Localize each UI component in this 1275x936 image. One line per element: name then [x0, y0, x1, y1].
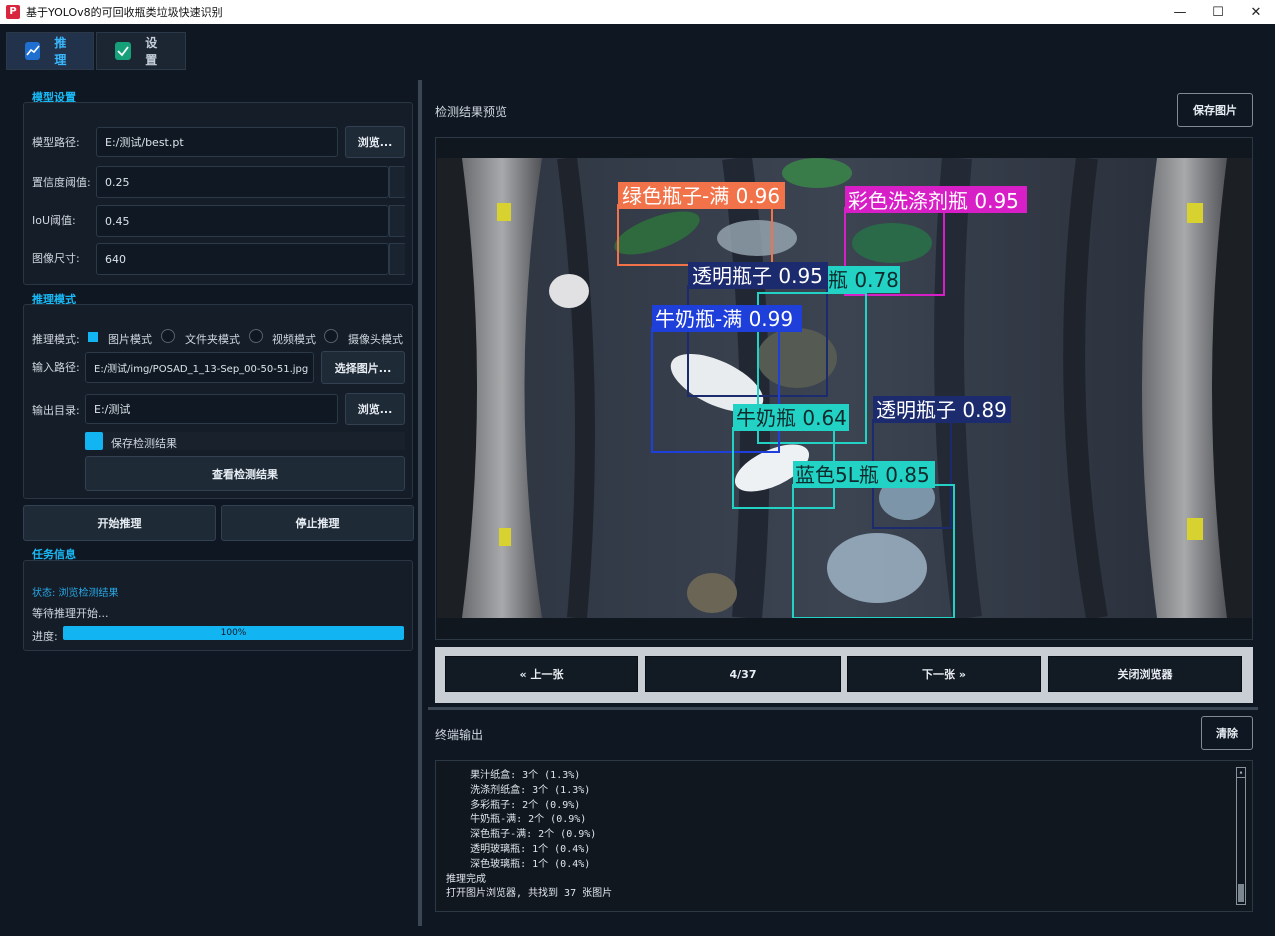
input-path-field[interactable]: E:/测试/img/POSAD_1_13-Sep_00-50-51.jpg	[85, 352, 314, 383]
tab-label: 推理	[54, 36, 67, 67]
detection-label: 透明瓶子 0.95	[692, 264, 823, 288]
save-results-label: 保存检测结果	[111, 437, 177, 450]
horizontal-splitter[interactable]	[428, 707, 1258, 710]
next-image-button[interactable]: 下一张 »	[847, 656, 1041, 692]
output-dir-field[interactable]: E:/测试	[85, 394, 338, 424]
detection-label: 牛奶瓶 0.64	[736, 406, 847, 430]
detection-image: 绿色瓶子-满 0.96 彩色洗涤剂瓶 0.95 透明瓶子 0.95 瓶 0.78…	[437, 158, 1252, 618]
terminal-line: 推理完成	[446, 873, 486, 885]
terminal-line: 深色玻璃瓶: 1个 (0.4%)	[446, 858, 591, 870]
maximize-button[interactable]: ☐	[1199, 0, 1237, 24]
tab-bar: 推理 设置	[0, 32, 186, 70]
detection-label: 牛奶瓶-满 0.99	[655, 307, 793, 331]
title-bar: P 基于YOLOv8的可回收瓶类垃圾快速识别 — ☐ ✕	[0, 0, 1275, 24]
view-results-button[interactable]: 查看检测结果	[85, 456, 405, 491]
image-nav-panel: « 上一张 4/37 下一张 » 关闭浏览器	[435, 647, 1253, 703]
minimize-button[interactable]: —	[1161, 0, 1199, 24]
close-button[interactable]: ✕	[1237, 0, 1275, 24]
detection-label: 绿色瓶子-满 0.96	[622, 184, 780, 208]
folder-mode-label: 文件夹模式	[185, 333, 240, 346]
terminal-output: 果汁纸盒: 3个 (1.3%) 洗涤剂纸盒: 3个 (1.3%) 多彩瓶子: 2…	[435, 760, 1253, 912]
terminal-line: 深色瓶子-满: 2个 (0.9%)	[446, 829, 597, 841]
iou-label: IoU阈值:	[32, 214, 76, 227]
detection-label: 蓝色5L瓶 0.85	[795, 463, 930, 487]
size-label: 图像尺寸:	[32, 252, 80, 265]
chart-icon	[25, 42, 41, 60]
preview-title: 检测结果预览	[435, 105, 508, 119]
video-mode-label: 视频模式	[272, 333, 316, 346]
image-mode-radio[interactable]	[88, 332, 98, 342]
model-path-input[interactable]: E:/测试/best.pt	[96, 127, 338, 157]
window-title: 基于YOLOv8的可回收瓶类垃圾快速识别	[26, 6, 223, 19]
size-spinner[interactable]	[389, 243, 405, 275]
scroll-up-icon[interactable]: ▴	[1237, 768, 1245, 778]
progress-label: 进度:	[32, 630, 58, 643]
scrollbar-thumb[interactable]	[1238, 884, 1244, 902]
iou-input[interactable]: 0.45	[96, 205, 389, 237]
prev-image-button[interactable]: « 上一张	[445, 656, 638, 692]
clear-button[interactable]: 清除	[1201, 716, 1253, 750]
terminal-title: 终端输出	[435, 728, 484, 742]
select-image-button[interactable]: 选择图片...	[321, 351, 405, 384]
tab-inference[interactable]: 推理	[6, 32, 94, 70]
stop-inference-button[interactable]: 停止推理	[221, 505, 414, 541]
input-path-label: 输入路径:	[32, 361, 80, 374]
mode-label: 推理模式:	[32, 333, 80, 346]
terminal-scrollbar[interactable]: ▴	[1236, 767, 1246, 905]
conf-label: 置信度阈值:	[32, 176, 91, 189]
camera-mode-radio[interactable]	[324, 329, 338, 343]
terminal-line: 牛奶瓶-满: 2个 (0.9%)	[446, 814, 587, 826]
detection-label: 彩色洗涤剂瓶 0.95	[848, 189, 1019, 213]
save-results-checkbox[interactable]	[85, 432, 103, 450]
iou-spinner[interactable]	[389, 205, 405, 237]
detection-label: 瓶 0.78	[828, 268, 899, 292]
terminal-line: 打开图片浏览器, 共找到 37 张图片	[446, 888, 613, 900]
terminal-line: 多彩瓶子: 2个 (0.9%)	[446, 799, 581, 811]
image-counter: 4/37	[645, 656, 841, 692]
tab-settings[interactable]: 设置	[96, 32, 186, 70]
camera-mode-label: 摄像头模式	[348, 333, 403, 346]
terminal-line: 透明玻璃瓶: 1个 (0.4%)	[446, 843, 591, 855]
conf-spinner[interactable]	[389, 166, 405, 198]
check-icon	[115, 42, 132, 60]
save-image-button[interactable]: 保存图片	[1177, 93, 1253, 127]
model-browse-button[interactable]: 浏览...	[345, 126, 405, 158]
conf-input[interactable]: 0.25	[96, 166, 389, 198]
waiting-text: 等待推理开始...	[32, 607, 109, 620]
video-mode-radio[interactable]	[249, 329, 263, 343]
folder-mode-radio[interactable]	[161, 329, 175, 343]
size-input[interactable]: 640	[96, 243, 389, 275]
image-mode-label: 图片模式	[108, 333, 152, 346]
detection-label: 透明瓶子 0.89	[876, 398, 1007, 422]
start-inference-button[interactable]: 开始推理	[23, 505, 216, 541]
terminal-line: 洗涤剂纸盒: 3个 (1.3%)	[446, 784, 591, 796]
tab-label: 设置	[145, 36, 158, 67]
progress-bar: 100%	[63, 626, 404, 640]
model-path-label: 模型路径:	[32, 136, 80, 149]
close-browser-button[interactable]: 关闭浏览器	[1048, 656, 1242, 692]
output-browse-button[interactable]: 浏览...	[345, 393, 405, 425]
conveyor-scene: 绿色瓶子-满 0.96 彩色洗涤剂瓶 0.95 透明瓶子 0.95 瓶 0.78…	[437, 158, 1252, 618]
panel-splitter[interactable]	[418, 80, 422, 926]
status-text: 状态: 浏览检测结果	[32, 588, 119, 599]
terminal-line: 果汁纸盒: 3个 (1.3%)	[446, 770, 581, 781]
output-dir-label: 输出目录:	[32, 404, 80, 417]
app-icon: P	[6, 5, 20, 19]
